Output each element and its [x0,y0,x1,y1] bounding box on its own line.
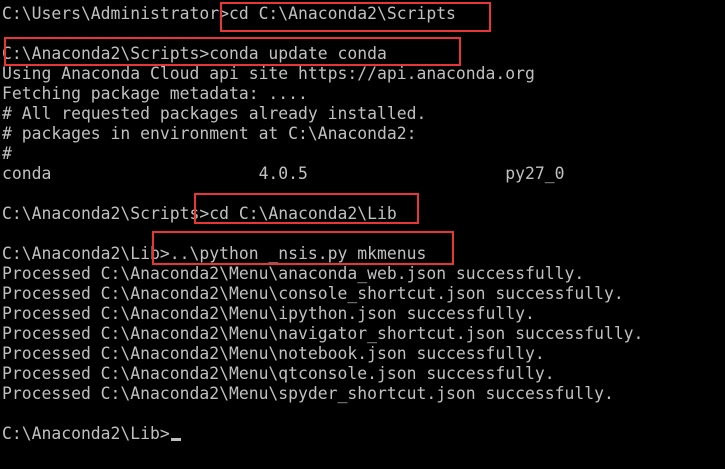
highlight-box-cd-scripts [220,2,491,32]
highlight-box-cd-lib [194,193,419,224]
terminal-line: # All requested packages already install… [2,104,427,123]
terminal-line: Processed C:\Anaconda2\Menu\notebook.jso… [2,344,545,363]
terminal-window[interactable]: C:\Users\Administrator>cd C:\Anaconda2\S… [0,0,725,469]
terminal-line: # packages in environment at C:\Anaconda… [2,124,417,143]
terminal-line: Processed C:\Anaconda2\Menu\console_shor… [2,284,624,303]
terminal-line: Processed C:\Anaconda2\Menu\spyder_short… [2,384,614,403]
highlight-box-conda-update [4,37,461,66]
terminal-line: Processed C:\Anaconda2\Menu\ipython.json… [2,304,535,323]
highlight-box-mkmenus [152,231,454,265]
terminal-line: Processed C:\Anaconda2\Menu\qtconsole.js… [2,364,555,383]
terminal-line: # [2,144,12,163]
terminal-line: C:\Anaconda2\Lib> [2,424,170,443]
terminal-line: Fetching package metadata: .... [2,84,308,103]
terminal-line: Using Anaconda Cloud api site https://ap… [2,64,535,83]
terminal-line: conda 4.0.5 py27_0 [2,164,565,183]
text-cursor [171,438,181,441]
terminal-line: Processed C:\Anaconda2\Menu\anaconda_web… [2,264,585,283]
terminal-line: Processed C:\Anaconda2\Menu\navigator_sh… [2,324,644,343]
